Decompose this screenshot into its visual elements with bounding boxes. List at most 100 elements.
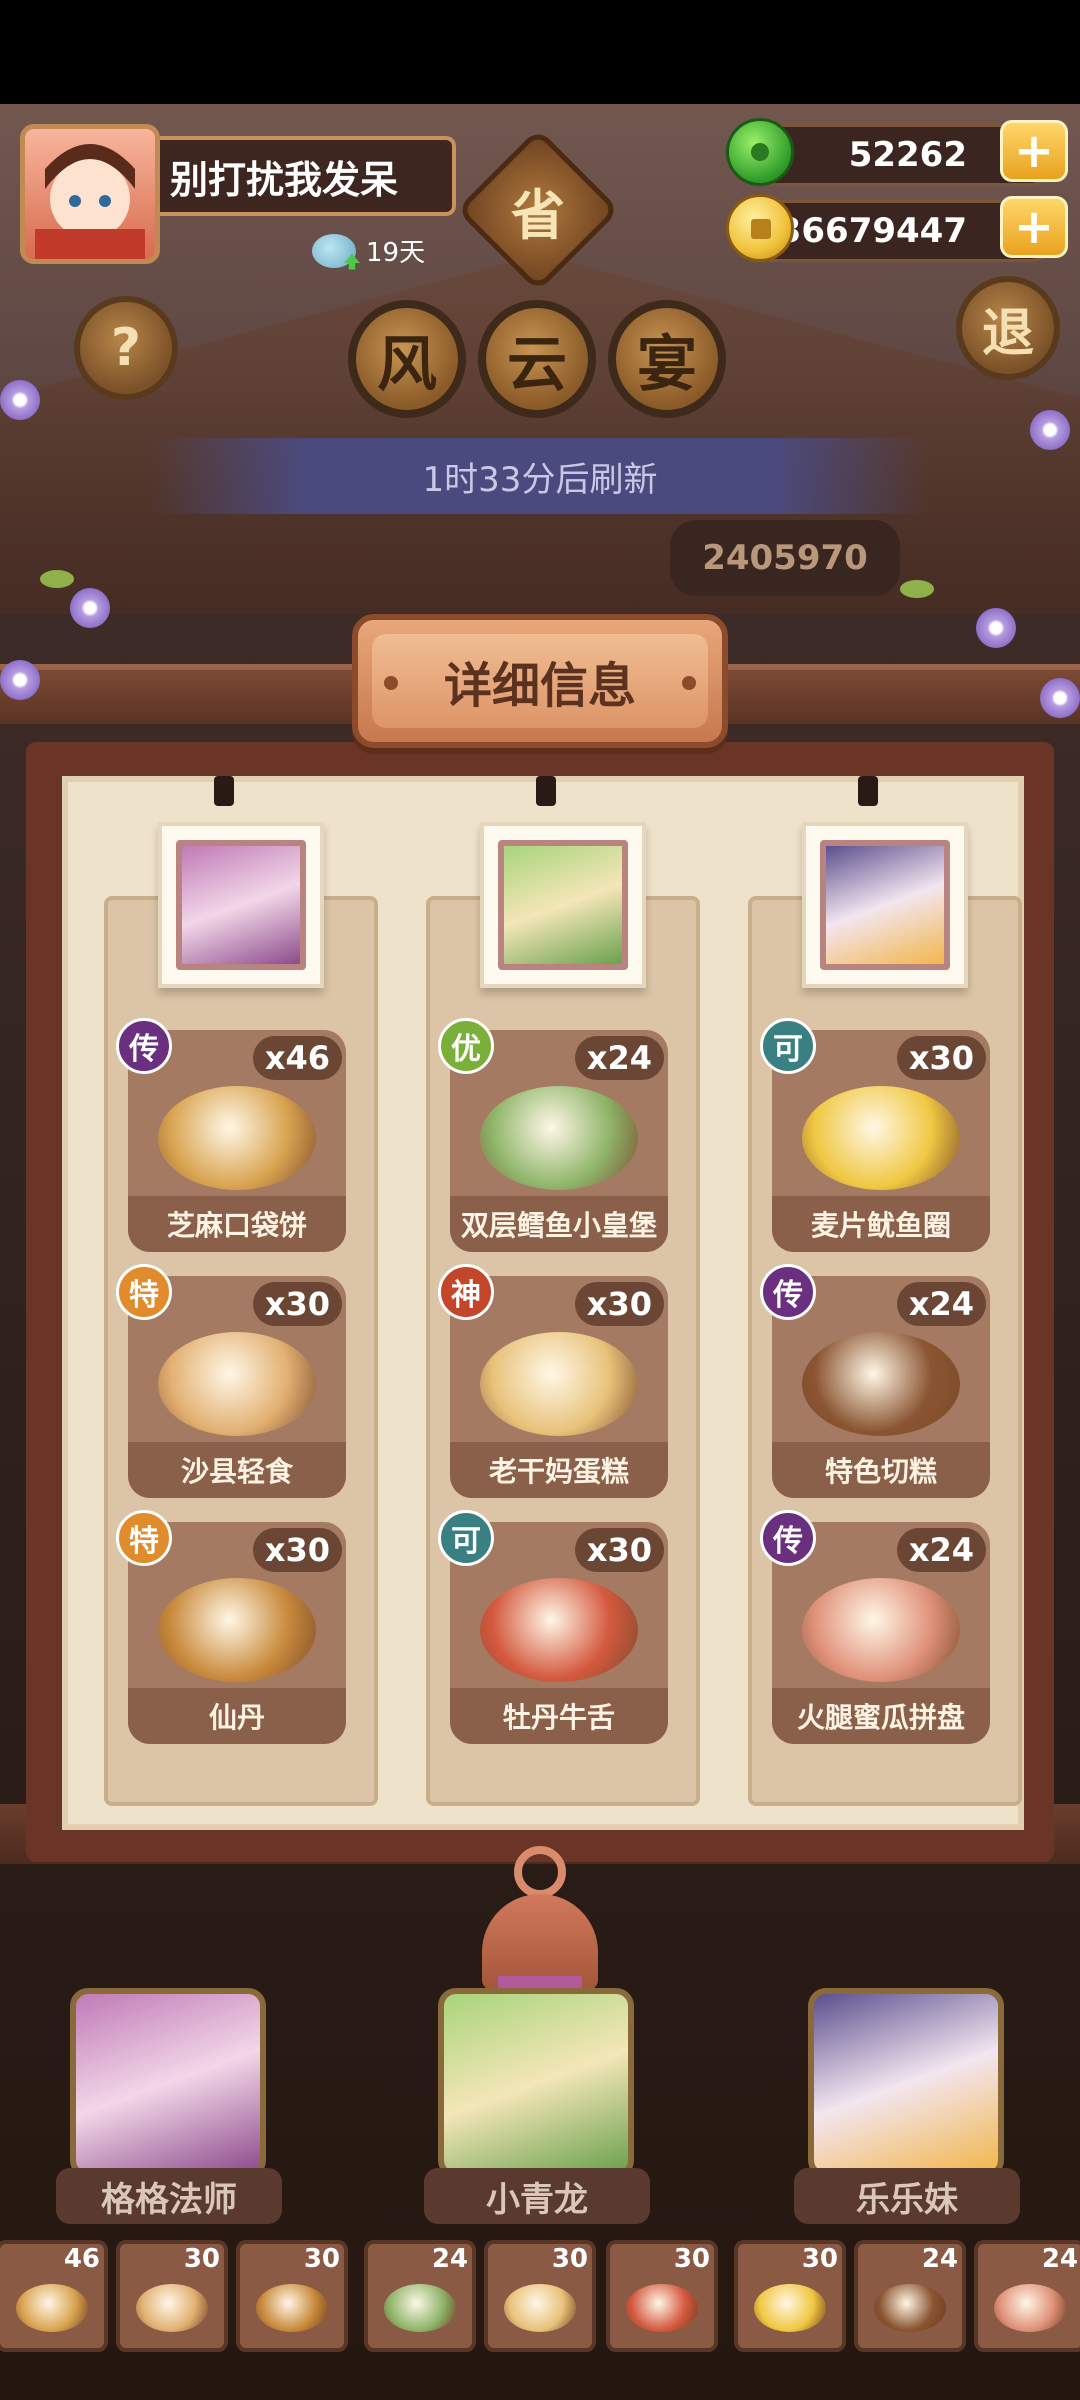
inventory-slot[interactable]: 30 — [606, 2240, 718, 2352]
inventory-slot[interactable]: 30 — [236, 2240, 348, 2352]
flower-decoration — [1030, 410, 1070, 450]
province-label: 省 — [511, 183, 565, 247]
inventory-count: 30 — [183, 2244, 220, 2274]
dish-name: 仙丹 — [128, 1688, 346, 1744]
inventory-slot[interactable]: 30 — [484, 2240, 596, 2352]
title-char-1: 风 — [348, 300, 466, 418]
inventory-count: 30 — [801, 2244, 838, 2274]
rarity-badge: 特 — [116, 1264, 172, 1320]
dish-name: 火腿蜜瓜拼盘 — [772, 1688, 990, 1744]
inventory-dish-image — [256, 2284, 328, 2332]
dish-image — [802, 1086, 960, 1190]
plaque-rivet — [682, 676, 696, 690]
gold-coin-icon — [726, 194, 794, 262]
inventory-count: 30 — [673, 2244, 710, 2274]
plaque-rivet — [384, 676, 398, 690]
days-display: 19天 — [312, 232, 425, 269]
dish-name: 特色切糕 — [772, 1442, 990, 1498]
dish-image — [158, 1332, 316, 1436]
character-name: 格格法师 — [56, 2168, 282, 2224]
character-portrait[interactable] — [802, 822, 968, 988]
rarity-badge: 传 — [760, 1510, 816, 1566]
dish-name: 牡丹牛舌 — [450, 1688, 668, 1744]
inventory-dish-image — [16, 2284, 88, 2332]
inventory-count: 24 — [431, 2244, 468, 2274]
dish-count: x30 — [896, 1036, 986, 1080]
add-gold-button[interactable]: + — [1000, 196, 1068, 258]
dish-name: 双层鳕鱼小皇堡 — [450, 1196, 668, 1252]
dish-image — [480, 1332, 638, 1436]
inventory-dish-image — [626, 2284, 698, 2332]
character-card[interactable] — [438, 1988, 634, 2178]
inventory-count: 30 — [303, 2244, 340, 2274]
exit-button[interactable]: 退 — [956, 276, 1060, 380]
inventory-dish-image — [994, 2284, 1066, 2332]
flower-decoration — [976, 608, 1016, 648]
inventory-dish-image — [754, 2284, 826, 2332]
flower-decoration — [1040, 678, 1080, 718]
bell-ornament — [478, 1846, 602, 2006]
character-portrait[interactable] — [480, 822, 646, 988]
inventory-count: 24 — [921, 2244, 958, 2274]
inventory-slot[interactable]: 30 — [116, 2240, 228, 2352]
add-jade-button[interactable]: + — [1000, 120, 1068, 182]
dish-count: x30 — [574, 1282, 664, 1326]
dish-image — [158, 1086, 316, 1190]
dish-name: 麦片鱿鱼圈 — [772, 1196, 990, 1252]
player-avatar[interactable] — [20, 124, 160, 264]
portrait-clip — [214, 776, 234, 806]
days-label: 19天 — [366, 238, 426, 268]
jade-coin-icon — [726, 118, 794, 186]
inventory-dish-image — [504, 2284, 576, 2332]
rarity-badge: 可 — [438, 1510, 494, 1566]
inventory-slot[interactable]: 24 — [854, 2240, 966, 2352]
inventory-slot[interactable]: 46 — [0, 2240, 108, 2352]
dish-count: x46 — [252, 1036, 342, 1080]
inventory-slot[interactable]: 24 — [364, 2240, 476, 2352]
dish-image — [802, 1578, 960, 1682]
refresh-timer: 1时33分后刷新 — [150, 438, 930, 514]
dish-count: x24 — [896, 1282, 986, 1326]
character-name: 小青龙 — [424, 2168, 650, 2224]
calendar-icon — [312, 233, 356, 268]
flower-decoration — [0, 380, 40, 420]
leaf-decoration — [900, 580, 934, 598]
inventory-slot[interactable]: 30 — [734, 2240, 846, 2352]
rarity-badge: 特 — [116, 1510, 172, 1566]
character-portrait[interactable] — [158, 822, 324, 988]
dish-count: x30 — [574, 1528, 664, 1572]
portrait-clip — [858, 776, 878, 806]
dish-count: x24 — [896, 1528, 986, 1572]
panel-title: 详细信息 — [372, 634, 708, 728]
dish-name: 老干妈蛋糕 — [450, 1442, 668, 1498]
dish-count: x30 — [252, 1528, 342, 1572]
character-name: 乐乐妹 — [794, 2168, 1020, 2224]
player-avatar-icon — [35, 144, 145, 259]
title-char-2: 云 — [478, 300, 596, 418]
score-display: 2405970 — [670, 520, 900, 596]
player-name: 别打扰我发呆 — [160, 136, 456, 216]
character-card[interactable] — [808, 1988, 1004, 2178]
dish-count: x30 — [252, 1282, 342, 1326]
dish-name: 芝麻口袋饼 — [128, 1196, 346, 1252]
leaf-decoration — [40, 570, 74, 588]
flower-decoration — [70, 588, 110, 628]
dish-image — [158, 1578, 316, 1682]
flower-decoration — [0, 660, 40, 700]
inventory-slot[interactable]: 24 — [974, 2240, 1080, 2352]
dish-image — [802, 1332, 960, 1436]
portrait-clip — [536, 776, 556, 806]
character-card[interactable] — [70, 1988, 266, 2178]
title-char-3: 宴 — [608, 300, 726, 418]
inventory-count: 24 — [1041, 2244, 1078, 2274]
inventory-dish-image — [874, 2284, 946, 2332]
help-button[interactable]: ? — [74, 296, 178, 400]
dish-count: x24 — [574, 1036, 664, 1080]
rarity-badge: 传 — [116, 1018, 172, 1074]
rarity-badge: 神 — [438, 1264, 494, 1320]
dish-name: 沙县轻食 — [128, 1442, 346, 1498]
rarity-badge: 优 — [438, 1018, 494, 1074]
inventory-dish-image — [136, 2284, 208, 2332]
dish-image — [480, 1578, 638, 1682]
rarity-badge: 传 — [760, 1264, 816, 1320]
